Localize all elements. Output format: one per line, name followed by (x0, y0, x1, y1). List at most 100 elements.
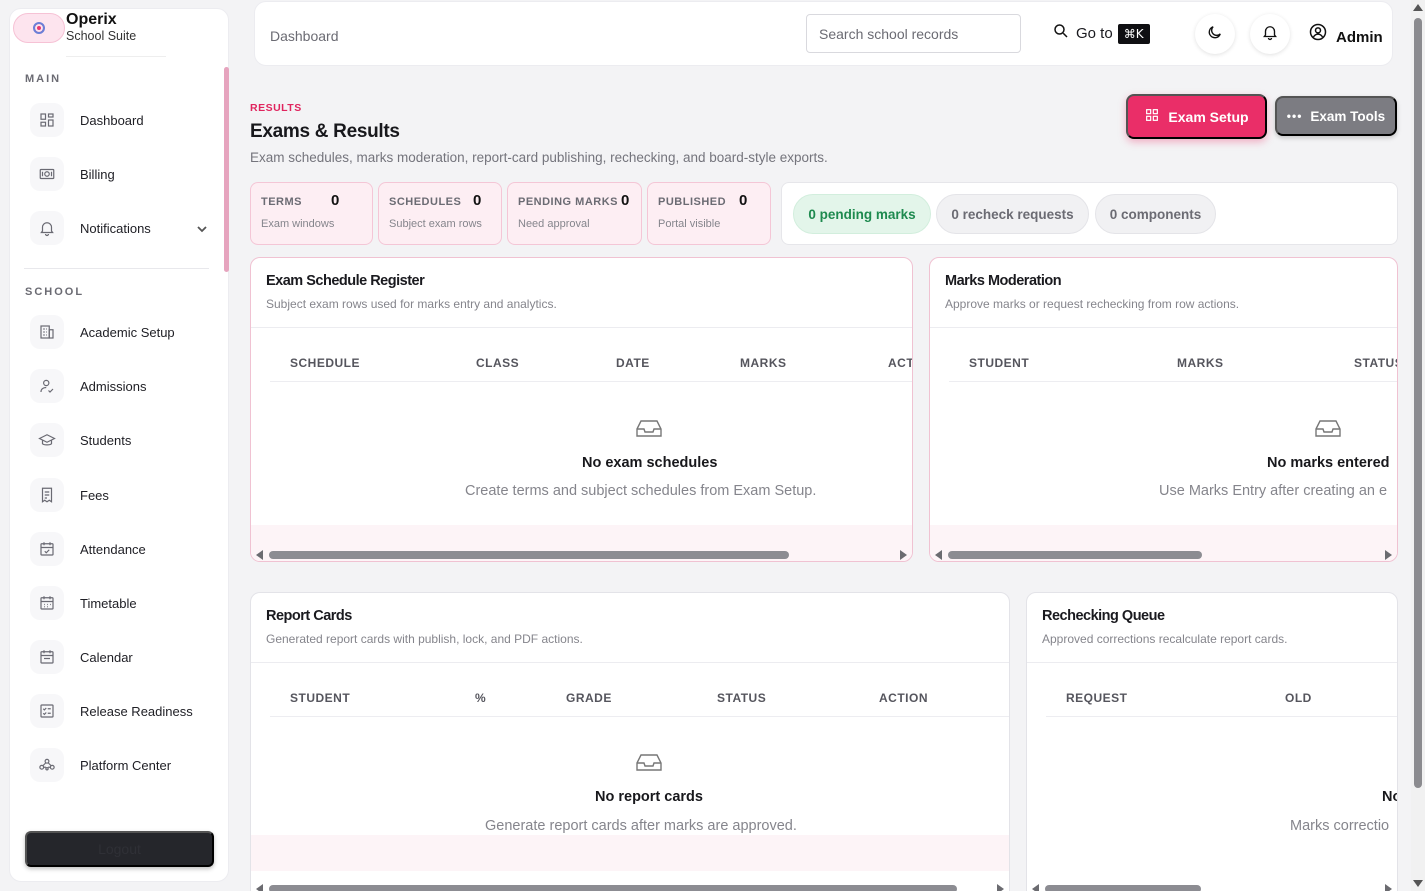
grid-icon (1144, 107, 1168, 126)
section-label-school: SCHOOL (25, 286, 85, 298)
exam-tools-button[interactable]: ••• Exam Tools (1275, 96, 1397, 136)
goto-label: Go to (1076, 25, 1113, 42)
horizontal-scrollbar[interactable] (1027, 881, 1397, 891)
sidebar-item-billing[interactable]: Billing (24, 154, 214, 194)
user-menu[interactable]: Admin (1308, 22, 1383, 47)
stat-label: TERMS (261, 196, 302, 208)
shortcut-badge: ⌘K (1117, 23, 1150, 44)
column-header[interactable]: STUDENT (290, 691, 350, 705)
calendar-grid-icon (30, 586, 64, 620)
stat-value: 0 (473, 192, 482, 209)
column-header[interactable]: DATE (616, 356, 650, 370)
empty-state-title: No (1382, 789, 1397, 805)
stat-value: 0 (621, 192, 630, 209)
column-header[interactable]: CLASS (476, 356, 519, 370)
theme-toggle-button[interactable] (1195, 14, 1235, 54)
bell-icon (30, 211, 64, 245)
sidebar-item-timetable[interactable]: Timetable (24, 583, 214, 623)
horizontal-scrollbar[interactable] (930, 547, 1397, 561)
rechecking-queue-panel: Rechecking Queue Approved corrections re… (1026, 592, 1398, 891)
sidebar-item-label: Timetable (80, 595, 137, 611)
inbox-icon (636, 419, 662, 437)
receipt-icon (30, 478, 64, 512)
sidebar-item-admissions[interactable]: Admissions (24, 366, 214, 406)
sidebar-item-release-readiness[interactable]: Release Readiness (24, 691, 214, 731)
column-header[interactable]: % (475, 691, 486, 705)
sidebar-item-academic-setup[interactable]: Academic Setup (24, 312, 214, 352)
column-header[interactable]: MARKS (740, 356, 787, 370)
empty-state-text: Marks correctio (1290, 818, 1390, 834)
column-header[interactable]: ACT (888, 356, 912, 370)
brand-logo-icon (13, 13, 65, 43)
chip-recheck-requests[interactable]: 0 recheck requests (936, 194, 1089, 234)
sidebar-item-label: Fees (80, 487, 109, 503)
page-description: Exam schedules, marks moderation, report… (250, 150, 828, 165)
chip-pending-marks[interactable]: 0 pending marks (793, 194, 931, 234)
table-header: SCHEDULE CLASS DATE MARKS ACT (270, 346, 912, 382)
brand[interactable]: Operix School Suite (10, 9, 230, 59)
stat-label: PUBLISHED (658, 196, 727, 208)
summary-chips: 0 pending marks 0 recheck requests 0 com… (781, 182, 1398, 245)
notifications-button[interactable] (1250, 14, 1290, 54)
page-title: Exams & Results (250, 121, 400, 142)
more-icon: ••• (1286, 109, 1303, 123)
page-scrollbar[interactable] (1411, 0, 1425, 891)
sidebar-item-label: Platform Center (80, 757, 172, 773)
brand-name: Operix (66, 11, 117, 28)
goto-button[interactable]: Go to ⌘K (1052, 22, 1150, 45)
stat-subtext: Subject exam rows (389, 218, 482, 230)
marks-moderation-panel: Marks Moderation Approve marks or reques… (929, 257, 1398, 562)
sidebar-item-label: Billing (80, 166, 115, 182)
sidebar-item-dashboard[interactable]: Dashboard (24, 100, 214, 140)
search-input[interactable] (806, 14, 1021, 53)
sidebar-item-students[interactable]: Students (24, 420, 214, 460)
stat-value: 0 (739, 192, 748, 209)
sidebar-item-notifications[interactable]: Notifications (24, 208, 214, 248)
column-header[interactable]: STATUS (717, 691, 766, 705)
horizontal-scrollbar[interactable] (251, 547, 912, 561)
sidebar-item-fees[interactable]: Fees (24, 475, 214, 515)
sidebar-scrollbar[interactable] (224, 67, 229, 272)
sidebar-item-label: Academic Setup (80, 324, 175, 340)
empty-state-title: No marks entered (1267, 455, 1390, 471)
sidebar-item-calendar[interactable]: Calendar (24, 637, 214, 677)
table-header: STUDENT % GRADE STATUS ACTION (270, 681, 1009, 717)
calendar-icon (30, 640, 64, 674)
chevron-down-icon[interactable] (196, 222, 208, 234)
column-header[interactable]: GRADE (566, 691, 612, 705)
user-circle-icon (1308, 22, 1328, 47)
sidebar-item-attendance[interactable]: Attendance (24, 529, 214, 569)
panel-title: Report Cards (266, 608, 352, 624)
sidebar-item-label: Dashboard (80, 112, 144, 128)
empty-state-title: No report cards (595, 789, 703, 805)
sidebar-item-label: Admissions (80, 378, 147, 394)
logout-button[interactable]: Logout (25, 831, 214, 867)
search-icon (1052, 22, 1070, 45)
column-header[interactable]: REQUEST (1066, 691, 1128, 705)
table-header: REQUEST OLD (1046, 681, 1397, 717)
user-name: Admin (1336, 29, 1383, 46)
column-header[interactable]: SCHEDULE (290, 356, 360, 370)
stat-subtext: Exam windows (261, 218, 335, 230)
chip-components[interactable]: 0 components (1095, 194, 1216, 234)
sidebar-item-label: Release Readiness (80, 703, 193, 719)
stat-value: 0 (331, 192, 340, 209)
column-header[interactable]: STUDENT (969, 356, 1029, 370)
checklist-icon (30, 694, 64, 728)
column-header[interactable]: OLD (1285, 691, 1312, 705)
exam-setup-button[interactable]: Exam Setup (1126, 94, 1267, 139)
column-header[interactable]: STATUS (1354, 356, 1397, 370)
column-header[interactable]: MARKS (1177, 356, 1224, 370)
panel-subtitle: Approve marks or request rechecking from… (945, 297, 1240, 311)
column-header[interactable]: ACTION (879, 691, 928, 705)
billing-icon (30, 157, 64, 191)
horizontal-scrollbar[interactable] (251, 881, 1009, 891)
panel-subtitle: Subject exam rows used for marks entry a… (266, 297, 557, 311)
panel-subtitle: Approved corrections recalculate report … (1042, 632, 1288, 646)
breadcrumb[interactable]: Dashboard (270, 28, 339, 44)
calendar-check-icon (30, 532, 64, 566)
exam-setup-label: Exam Setup (1168, 108, 1249, 125)
user-check-icon (30, 369, 64, 403)
brand-subtitle: School Suite (66, 29, 137, 43)
sidebar-item-platform-center[interactable]: Platform Center (24, 745, 214, 785)
